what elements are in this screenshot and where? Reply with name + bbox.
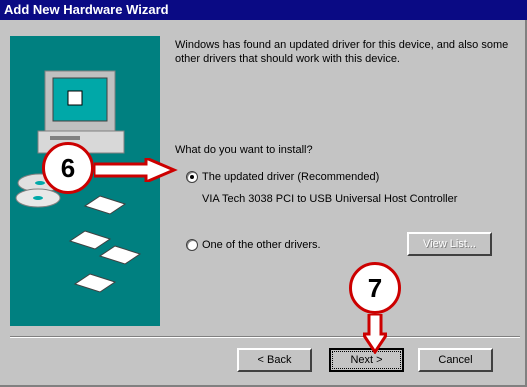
view-list-button[interactable]: View List... xyxy=(407,232,492,256)
window-title: Add New Hardware Wizard xyxy=(0,0,527,20)
step-6-callout: 6 xyxy=(42,142,94,194)
updated-driver-label[interactable]: The updated driver (Recommended) xyxy=(202,170,379,184)
arrow-down-icon xyxy=(363,314,387,354)
driver-name-text: VIA Tech 3038 PCI to USB Universal Host … xyxy=(202,193,458,205)
arrow-right-icon xyxy=(94,158,178,182)
cancel-button[interactable]: Cancel xyxy=(418,348,493,372)
updated-driver-radio[interactable] xyxy=(186,171,198,183)
intro-text: Windows has found an updated driver for … xyxy=(175,39,509,65)
wizard-window: Add New Hardware Wizard Windows has foun… xyxy=(0,0,527,387)
question-text: What do you want to install? xyxy=(175,144,313,156)
separator xyxy=(10,336,520,338)
step-7-callout: 7 xyxy=(349,262,401,314)
other-drivers-label[interactable]: One of the other drivers. xyxy=(202,238,321,252)
back-button[interactable]: < Back xyxy=(237,348,312,372)
other-drivers-radio[interactable] xyxy=(186,239,198,251)
